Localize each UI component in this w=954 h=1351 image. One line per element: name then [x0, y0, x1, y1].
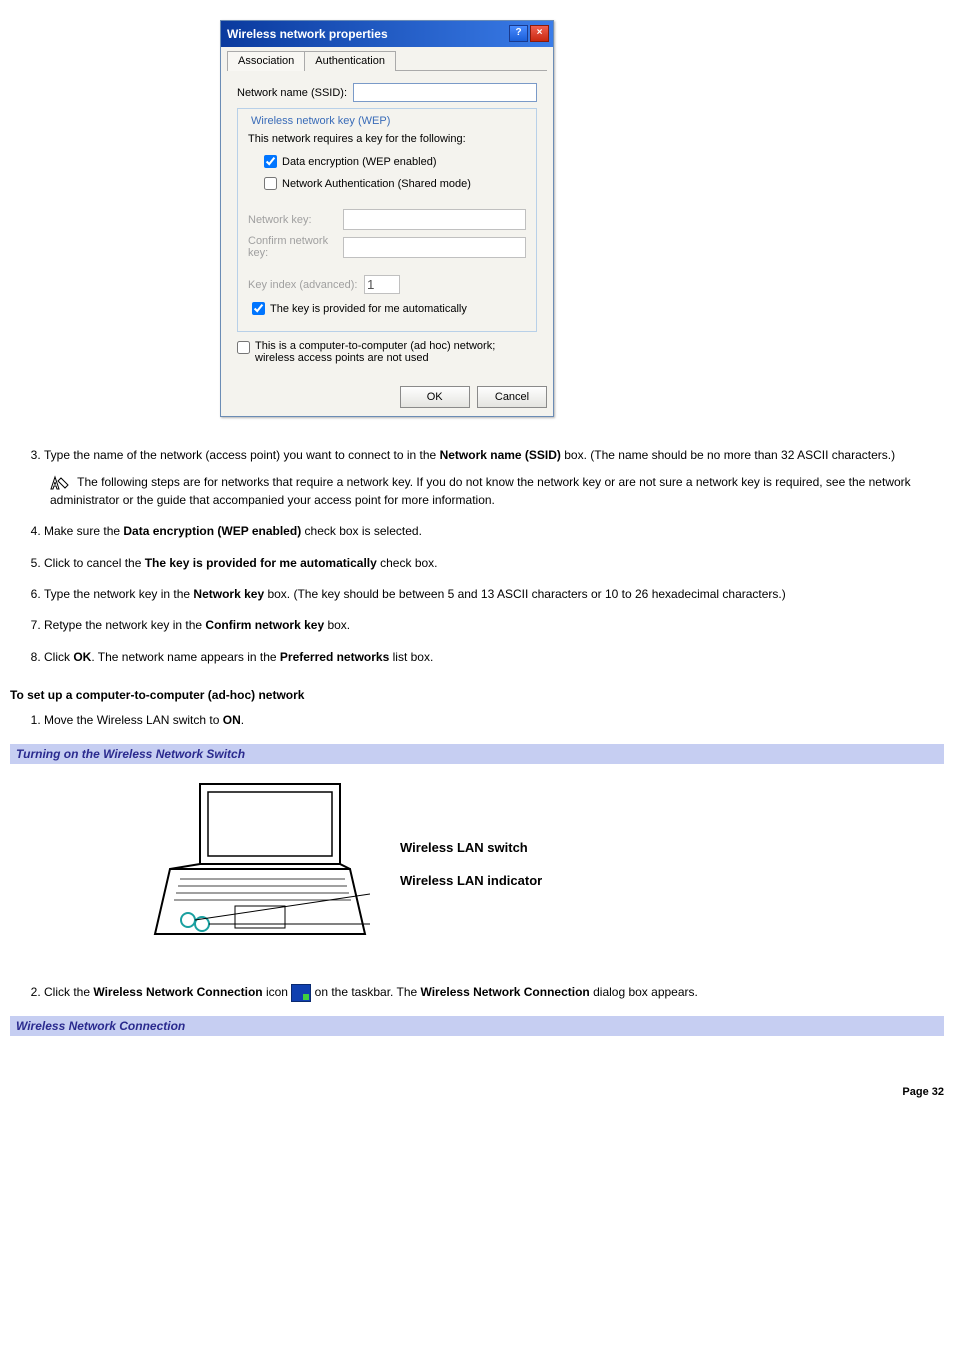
ssid-input[interactable]: [353, 83, 537, 102]
step-3: Type the name of the network (access poi…: [44, 447, 944, 509]
dialog-titlebar: Wireless network properties ? ×: [221, 21, 553, 47]
bold: ON: [223, 713, 241, 727]
steps-list-b: Move the Wireless LAN switch to ON.: [10, 712, 944, 729]
text: box. (The name should be no more than 32…: [561, 448, 895, 462]
text: on the taskbar. The: [311, 985, 420, 999]
pencil-note-icon: [50, 475, 70, 491]
text: Click to cancel the: [44, 556, 145, 570]
bold: Wireless Network Connection: [421, 985, 590, 999]
step-5: Click to cancel the The key is provided …: [44, 555, 944, 572]
step-8: Click OK. The network name appears in th…: [44, 649, 944, 666]
text: check box.: [377, 556, 438, 570]
page-footer: Page 32: [10, 1086, 944, 1098]
key-index-input[interactable]: [364, 275, 400, 294]
text: dialog box appears.: [590, 985, 698, 999]
tab-authentication[interactable]: Authentication: [304, 51, 396, 71]
note-text: The following steps are for networks tha…: [50, 475, 911, 506]
steps-list-b2: Click the Wireless Network Connection ic…: [10, 984, 944, 1002]
step-7: Retype the network key in the Confirm ne…: [44, 617, 944, 634]
ssid-label: Network name (SSID):: [237, 87, 353, 99]
text: Type the name of the network (access poi…: [44, 448, 440, 462]
text: Make sure the: [44, 524, 123, 538]
confirm-key-input[interactable]: [343, 237, 526, 258]
checkbox-adhoc-label: This is a computer-to-computer (ad hoc) …: [255, 340, 537, 364]
wireless-connection-icon: [291, 984, 311, 1002]
bold: The key is provided for me automatically: [145, 556, 377, 570]
checkbox-network-auth-label: Network Authentication (Shared mode): [282, 178, 471, 190]
cancel-button[interactable]: Cancel: [477, 386, 547, 408]
bold: Network name (SSID): [440, 448, 561, 462]
steps-list-a: Type the name of the network (access poi…: [10, 447, 944, 666]
network-key-input[interactable]: [343, 209, 526, 230]
text: . The network name appears in the: [91, 650, 280, 664]
text: Click the: [44, 985, 93, 999]
laptop-figure: Wireless LAN switch Wireless LAN indicat…: [140, 774, 944, 954]
checkbox-auto-key[interactable]: [252, 302, 265, 315]
text: box.: [324, 618, 350, 632]
tab-row: Association Authentication: [227, 50, 547, 71]
text: box. (The key should be between 5 and 13…: [264, 587, 786, 601]
text: Retype the network key in the: [44, 618, 205, 632]
ok-button[interactable]: OK: [400, 386, 470, 408]
checkbox-data-encryption[interactable]: [264, 155, 277, 168]
heading-adhoc: To set up a computer-to-computer (ad-hoc…: [10, 688, 944, 702]
key-index-label: Key index (advanced):: [248, 279, 364, 291]
label-wlan-indicator: Wireless LAN indicator: [400, 873, 542, 888]
wep-legend: Wireless network key (WEP): [248, 115, 393, 127]
bold: Data encryption (WEP enabled): [123, 524, 301, 538]
bold: Network key: [193, 587, 264, 601]
help-button[interactable]: ?: [509, 25, 528, 42]
checkbox-adhoc[interactable]: [237, 341, 250, 354]
wireless-properties-dialog: Wireless network properties ? × Associat…: [220, 20, 554, 417]
laptop-illustration: [140, 774, 370, 954]
confirm-key-label: Confirm network key:: [248, 235, 343, 259]
text: list box.: [389, 650, 433, 664]
network-key-label: Network key:: [248, 214, 343, 226]
label-wlan-switch: Wireless LAN switch: [400, 840, 542, 855]
text: check box is selected.: [301, 524, 422, 538]
bold: Confirm network key: [205, 618, 324, 632]
step-6: Type the network key in the Network key …: [44, 586, 944, 603]
checkbox-auto-key-label: The key is provided for me automatically: [270, 303, 467, 315]
checkbox-network-auth[interactable]: [264, 177, 277, 190]
text: Type the network key in the: [44, 587, 193, 601]
wep-fieldset: Wireless network key (WEP) This network …: [237, 108, 537, 332]
wep-subtext: This network requires a key for the foll…: [248, 133, 526, 145]
step-b2: Click the Wireless Network Connection ic…: [44, 984, 944, 1002]
bold: Preferred networks: [280, 650, 389, 664]
note: The following steps are for networks tha…: [44, 474, 944, 509]
step-b1: Move the Wireless LAN switch to ON.: [44, 712, 944, 729]
dialog-title: Wireless network properties: [227, 27, 388, 41]
close-button[interactable]: ×: [530, 25, 549, 42]
banner-wireless-connection: Wireless Network Connection: [10, 1016, 944, 1036]
banner-turning-on-switch: Turning on the Wireless Network Switch: [10, 744, 944, 764]
text: icon: [263, 985, 292, 999]
bold: OK: [73, 650, 91, 664]
step-4: Make sure the Data encryption (WEP enabl…: [44, 523, 944, 540]
tab-association[interactable]: Association: [227, 51, 305, 71]
bold: Wireless Network Connection: [93, 985, 262, 999]
checkbox-data-encryption-label: Data encryption (WEP enabled): [282, 156, 437, 168]
text: .: [241, 713, 244, 727]
text: Move the Wireless LAN switch to: [44, 713, 223, 727]
text: Click: [44, 650, 73, 664]
